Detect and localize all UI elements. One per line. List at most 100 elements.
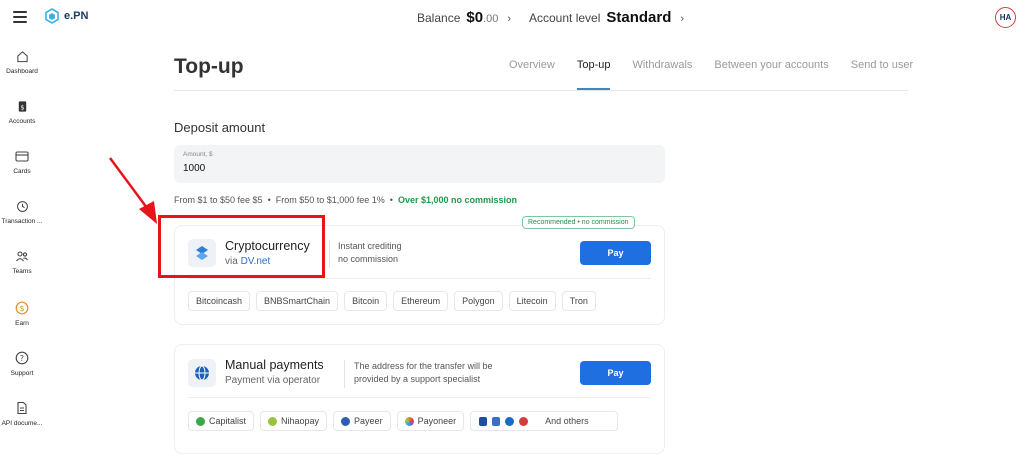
account-level-label: Account level	[529, 11, 601, 25]
sidebar-item-api-docs[interactable]: API docume...	[0, 401, 44, 427]
crypto-via: via DV.net	[225, 256, 270, 267]
method-chip-others: And others	[470, 411, 618, 431]
account-level-link[interactable]: Account level Standard ›	[529, 9, 684, 26]
sidebar-item-label: Cards	[13, 168, 31, 175]
recommended-badge: Recommended • no commission	[522, 216, 635, 229]
method-chip-payoneer: Payoneer	[396, 411, 465, 431]
history-icon	[16, 201, 28, 212]
sidebar-item-label: Earn	[15, 320, 29, 327]
balance-cents: .00	[483, 13, 499, 25]
account-level-value: Standard	[606, 9, 672, 26]
network-chip: Litecoin	[508, 291, 556, 311]
tab-send-to-user[interactable]: Send to user	[851, 59, 913, 71]
fee-tier-2: From $50 to $1,000 fee 1%	[275, 195, 385, 205]
accounts-icon: $	[18, 101, 26, 112]
card-divider	[188, 397, 651, 398]
network-chip: Tron	[561, 291, 596, 311]
crypto-via-prefix: via	[225, 256, 241, 267]
method-chip-payeer: Payeer	[333, 411, 391, 431]
manual-desc-line2: provided by a support specialist	[354, 374, 481, 384]
manual-name: Manual payments	[225, 358, 324, 372]
manual-sub: Payment via operator	[225, 375, 321, 386]
sidebar-item-dashboard[interactable]: Dashboard	[0, 50, 44, 75]
sidebar-item-label: Support	[10, 370, 34, 377]
fee-separator: •	[267, 195, 271, 205]
network-chip: Ethereum	[393, 291, 449, 311]
crypto-desc-line1: Instant crediting	[338, 241, 402, 251]
crypto-name: Cryptocurrency	[225, 239, 310, 253]
payeer-icon	[341, 416, 351, 426]
tab-between-accounts[interactable]: Between your accounts	[714, 59, 828, 71]
amount-input[interactable]	[183, 163, 383, 174]
method-label: Payoneer	[417, 416, 457, 426]
team-icon	[16, 251, 28, 262]
bank-icon	[519, 416, 529, 426]
tab-withdrawals[interactable]: Withdrawals	[632, 59, 692, 71]
manual-desc-line1: The address for the transfer will be	[354, 361, 493, 371]
svg-text:$: $	[19, 304, 24, 313]
logo-text: e.PN	[64, 10, 89, 22]
network-chip: BNBSmartChain	[256, 291, 339, 311]
crypto-wallet-icon	[505, 416, 515, 426]
document-icon	[17, 401, 27, 415]
fee-separator: •	[389, 195, 393, 205]
paypal-icon	[479, 416, 488, 426]
method-label: Capitalist	[209, 416, 247, 426]
divider	[344, 360, 345, 388]
balance-link[interactable]: Balance $0 .00 ›	[417, 9, 511, 26]
sidebar-item-transactions[interactable]: Transaction ...	[0, 200, 44, 225]
method-label: Nihaopay	[281, 416, 320, 426]
tab-overview[interactable]: Overview	[509, 59, 555, 71]
menu-icon[interactable]	[13, 11, 27, 23]
globe-icon	[195, 365, 209, 381]
wallet-icon	[492, 416, 501, 426]
crypto-description: Instant crediting no commission	[338, 240, 402, 266]
fee-info: From $1 to $50 fee $5 • From $50 to $1,000…	[174, 195, 517, 205]
header-divider	[174, 90, 908, 91]
divider	[329, 240, 330, 268]
tab-top-up[interactable]: Top-up	[576, 59, 610, 90]
deposit-title: Deposit amount	[174, 120, 266, 135]
globe-icon-wrap	[188, 359, 216, 387]
crypto-network-list: Bitcoincash BNBSmartChain Bitcoin Ethere…	[188, 291, 596, 311]
card-icon	[15, 151, 29, 162]
manual-pay-button[interactable]: Pay	[580, 361, 651, 385]
sidebar-item-cards[interactable]: Cards	[0, 150, 44, 175]
network-chip: Bitcoincash	[188, 291, 251, 311]
network-chip: Polygon	[454, 291, 503, 311]
sidebar-item-earn[interactable]: $ Earn	[0, 301, 44, 327]
home-icon	[16, 51, 28, 63]
crypto-icon	[188, 239, 216, 267]
sidebar-item-label: Teams	[12, 268, 32, 275]
network-chip: Bitcoin	[344, 291, 388, 311]
tab-bar: Overview Top-up Withdrawals Between your…	[509, 59, 913, 90]
chevron-right-icon: ›	[507, 13, 512, 25]
sidebar-item-teams[interactable]: Teams	[0, 250, 44, 275]
fee-tier-3: Over $1,000 no commission	[397, 195, 518, 205]
manual-method-list: Capitalist Nihaopay Payeer Payoneer And …	[188, 411, 618, 431]
crypto-pay-button[interactable]: Pay	[580, 241, 651, 265]
fee-tier-1: From $1 to $50 fee $5	[174, 195, 263, 205]
chevron-right-icon: ›	[680, 13, 685, 25]
sidebar-item-label: Accounts	[8, 118, 36, 125]
others-label: And others	[545, 416, 589, 426]
sidebar-item-support[interactable]: ? Support	[0, 351, 44, 377]
balance-label: Balance	[417, 11, 461, 25]
payoneer-icon	[404, 416, 414, 426]
dvnet-link[interactable]: DV.net	[241, 256, 271, 267]
amount-field[interactable]: Amount, $	[174, 145, 665, 183]
page-title: Top-up	[174, 55, 244, 78]
capitalist-icon	[196, 416, 205, 426]
card-divider	[188, 278, 651, 279]
logo[interactable]: e.PN	[44, 8, 88, 24]
nihaopay-icon	[268, 416, 278, 426]
amount-label: Amount, $	[183, 151, 213, 158]
top-bar: e.PN Balance $0 .00 › Account level Stan…	[0, 0, 1024, 36]
sidebar-item-label: Transaction ...	[1, 218, 43, 225]
sidebar-item-accounts[interactable]: $ Accounts	[0, 100, 44, 125]
crypto-desc-line2: no commission	[338, 254, 399, 264]
avatar[interactable]: HA	[995, 7, 1016, 28]
balance-amount: $0	[466, 9, 484, 26]
help-icon: ?	[15, 351, 29, 365]
method-chip-capitalist: Capitalist	[188, 411, 255, 431]
